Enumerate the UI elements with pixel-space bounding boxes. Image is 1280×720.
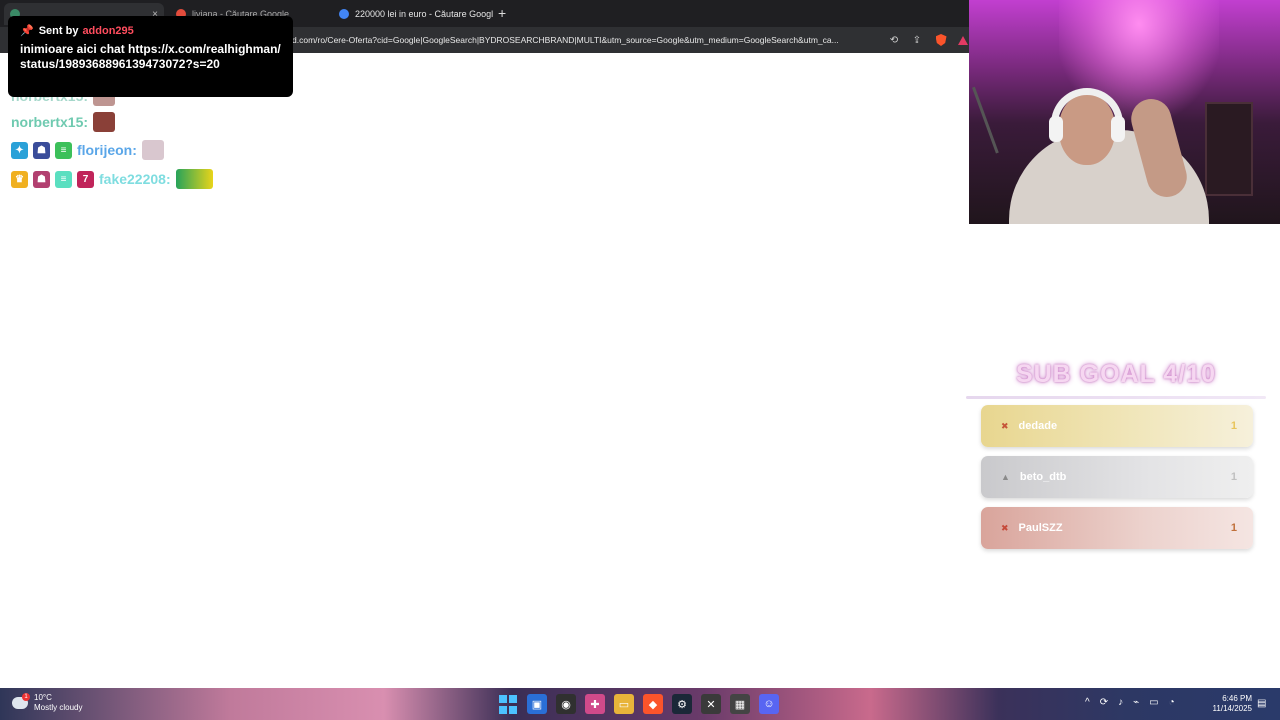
windows-taskbar: 1 10°C Mostly cloudy ▣ ◉ ✚ ▭ ◆ ⚙ ✕ ▦ ☺ ^… bbox=[0, 688, 1280, 720]
google-icon bbox=[339, 9, 349, 19]
weather-condition: Mostly cloudy bbox=[34, 703, 83, 712]
chat-line: ♛ ☗ ≡ 7 fake22208: bbox=[11, 169, 213, 189]
sub-goal-username: dedade bbox=[1018, 420, 1058, 432]
new-tab-button[interactable]: + bbox=[498, 5, 506, 21]
sub-goal-progress-bar bbox=[966, 396, 1266, 399]
sub-goal-count: 1 bbox=[1230, 420, 1237, 432]
brave-browser-icon[interactable]: ◆ bbox=[643, 694, 663, 714]
system-tray: ^ ⟳ ♪ ⌁ ▭ ◔ bbox=[1085, 697, 1175, 708]
chat-emote-icon bbox=[175, 169, 213, 189]
taskbar-clock[interactable]: 6:46 PM 11/14/2025 bbox=[1206, 694, 1252, 714]
share-icon[interactable]: ⇪ bbox=[910, 33, 924, 47]
wall-poster bbox=[1205, 102, 1253, 196]
weather-badge: 1 bbox=[22, 693, 30, 701]
colorful-app-icon[interactable]: ✚ bbox=[585, 694, 605, 714]
sub-goal-username: PaulSZZ bbox=[1018, 522, 1063, 534]
sub-icon: ✖ bbox=[1001, 522, 1009, 533]
clock-time: 6:46 PM bbox=[1222, 694, 1252, 703]
webcam-feed bbox=[969, 0, 1280, 224]
donation-alert: 📌 Sent by addon295 inimioare aici chat h… bbox=[8, 16, 293, 97]
hooded-badge-icon: ☗ bbox=[33, 141, 50, 159]
discord-icon[interactable]: ☺ bbox=[759, 694, 779, 714]
hooded-badge-icon: ☗ bbox=[33, 170, 50, 188]
display-icon[interactable]: ▭ bbox=[1149, 697, 1158, 708]
steam-icon[interactable]: ⚙ bbox=[672, 694, 692, 714]
volume-icon[interactable]: ◔ bbox=[1169, 697, 1175, 708]
tab-220000-lei[interactable]: 220000 lei in euro - Căutare Google bbox=[333, 3, 493, 25]
green-badge-icon: ≡ bbox=[55, 170, 72, 188]
taskbar-pinned-apps: ▣ ◉ ✚ ▭ ◆ ⚙ ✕ ▦ ☺ bbox=[498, 694, 779, 714]
alert-message: inimioare aici chat https://x.com/realhi… bbox=[20, 42, 281, 71]
sub-goal-count: 1 bbox=[1230, 471, 1237, 483]
brave-shield-icon[interactable] bbox=[934, 33, 948, 47]
speaker-icon[interactable]: ♪ bbox=[1118, 697, 1123, 708]
green-badge-icon: ≡ bbox=[55, 141, 72, 159]
chevron-up-icon[interactable]: ^ bbox=[1085, 697, 1090, 708]
obs-app-icon[interactable]: ◉ bbox=[556, 694, 576, 714]
sub-goal-entry: ✖ dedade 1 bbox=[981, 405, 1253, 447]
plug-icon[interactable]: ⌁ bbox=[1133, 697, 1139, 708]
url-field[interactable]: d.com/ro/Cere-Oferta?cid=Google|GoogleSe… bbox=[292, 35, 882, 45]
headset-earcup bbox=[1049, 116, 1063, 142]
notification-icon[interactable]: ▤ bbox=[1257, 698, 1266, 709]
alert-prefix: Sent by bbox=[38, 24, 79, 37]
microphone-arm bbox=[972, 76, 1027, 154]
sub-icon: ▲ bbox=[1001, 472, 1010, 482]
seven-badge-icon: 7 bbox=[77, 170, 94, 188]
sub-badge-icon: ✦ bbox=[11, 141, 28, 159]
sub-goal-entry: ✖ PaulSZZ 1 bbox=[981, 507, 1253, 549]
sub-goal-count: 1 bbox=[1230, 522, 1237, 534]
headset-earcup bbox=[1111, 116, 1125, 142]
xbox-icon[interactable]: ✕ bbox=[701, 694, 721, 714]
alert-header: 📌 Sent by addon295 bbox=[20, 24, 281, 38]
sub-goal-title: SUB GOAL 4/10 bbox=[1015, 360, 1217, 388]
sub-goal-entry: ▲ beto_dtb 1 bbox=[981, 456, 1253, 498]
alert-sender: addon295 bbox=[82, 24, 134, 37]
weather-temperature: 10°C bbox=[34, 693, 52, 702]
pin-icon: 📌 bbox=[20, 25, 34, 37]
sync-icon[interactable]: ⟳ bbox=[1100, 697, 1108, 708]
chat-username: norbertx15: bbox=[11, 114, 89, 130]
sub-icon: ✖ bbox=[1001, 420, 1009, 431]
chat-username: florijeon: bbox=[77, 142, 137, 158]
chat-line: norbertx15: bbox=[11, 112, 116, 132]
brave-rewards-icon[interactable] bbox=[956, 33, 970, 47]
windows-start-icon[interactable] bbox=[498, 694, 518, 714]
sub-goal-username: beto_dtb bbox=[1019, 471, 1067, 483]
tab-label: 220000 lei in euro - Căutare Google bbox=[355, 9, 493, 19]
chat-emote-icon bbox=[93, 112, 116, 132]
chat-emote-icon bbox=[141, 140, 164, 160]
chat-line: ✦ ☗ ≡ florijeon: bbox=[11, 140, 164, 160]
grid-app-icon[interactable]: ▦ bbox=[730, 694, 750, 714]
history-icon[interactable]: ⟲ bbox=[887, 33, 901, 47]
clock-date: 11/14/2025 bbox=[1212, 704, 1252, 713]
folder-icon[interactable]: ▭ bbox=[614, 694, 634, 714]
weather-widget[interactable]: 1 10°C Mostly cloudy bbox=[12, 693, 82, 713]
window-app-icon[interactable]: ▣ bbox=[527, 694, 547, 714]
cloud-icon: 1 bbox=[12, 693, 30, 709]
chat-username: fake22208: bbox=[99, 171, 171, 187]
crown-badge-icon: ♛ bbox=[11, 170, 28, 188]
